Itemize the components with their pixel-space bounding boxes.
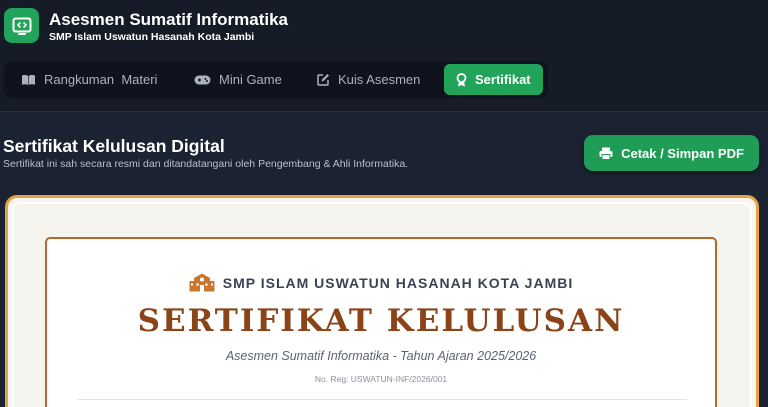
app-subtitle: SMP Islam Uswatun Hasanah Kota Jambi (49, 31, 255, 43)
award-icon (456, 72, 467, 86)
code-window-icon (12, 17, 31, 35)
section-title: Sertifikat Kelulusan Digital (3, 136, 225, 156)
print-pdf-button[interactable]: Cetak / Simpan PDF (584, 135, 759, 171)
certificate-sheet: SMP ISLAM USWATUN HASANAH KOTA JAMBI SER… (45, 237, 717, 407)
certificate-school-name: SMP ISLAM USWATUN HASANAH KOTA JAMBI (222, 274, 574, 291)
tab-mini-game[interactable]: Mini Game (194, 64, 282, 95)
tab-label: Mini Game (219, 72, 282, 87)
printer-icon (599, 147, 613, 160)
app-title: Asesmen Sumatif Informatika (49, 10, 289, 29)
certificate-divider (77, 399, 687, 400)
section-description: Sertifikat ini sah secara resmi dan dita… (3, 158, 409, 170)
tab-label: Kuis Asesmen (338, 72, 421, 87)
tab-sertifikat[interactable]: Sertifikat (444, 64, 543, 95)
edit-icon (317, 74, 329, 86)
app-header: Asesmen Sumatif Informatika SMP Islam Us… (0, 0, 768, 112)
school-icon (189, 273, 215, 292)
certificate-reg-number: No. Reg: USWATUN-INF/2026/001 (314, 374, 448, 384)
print-pdf-label: Cetak / Simpan PDF (621, 145, 744, 161)
certificate-school-row: SMP ISLAM USWATUN HASANAH KOTA JAMBI (47, 273, 715, 292)
tab-label: Sertifikat (475, 72, 531, 87)
book-icon (22, 74, 35, 85)
main-nav: Rangkuman Materi Mini Game Kuis Asesmen (4, 61, 548, 98)
tab-kuis-asesmen[interactable]: Kuis Asesmen (317, 64, 420, 95)
gamepad-icon (194, 75, 211, 84)
tab-label: Rangkuman Materi (44, 72, 158, 87)
tab-rangkuman-materi[interactable]: Rangkuman Materi (21, 64, 157, 95)
app-logo (4, 8, 39, 43)
certificate-subtitle: Asesmen Sumatif Informatika - Tahun Ajar… (225, 349, 537, 363)
certificate-title: SERTIFIKAT KELULUSAN (137, 303, 625, 339)
